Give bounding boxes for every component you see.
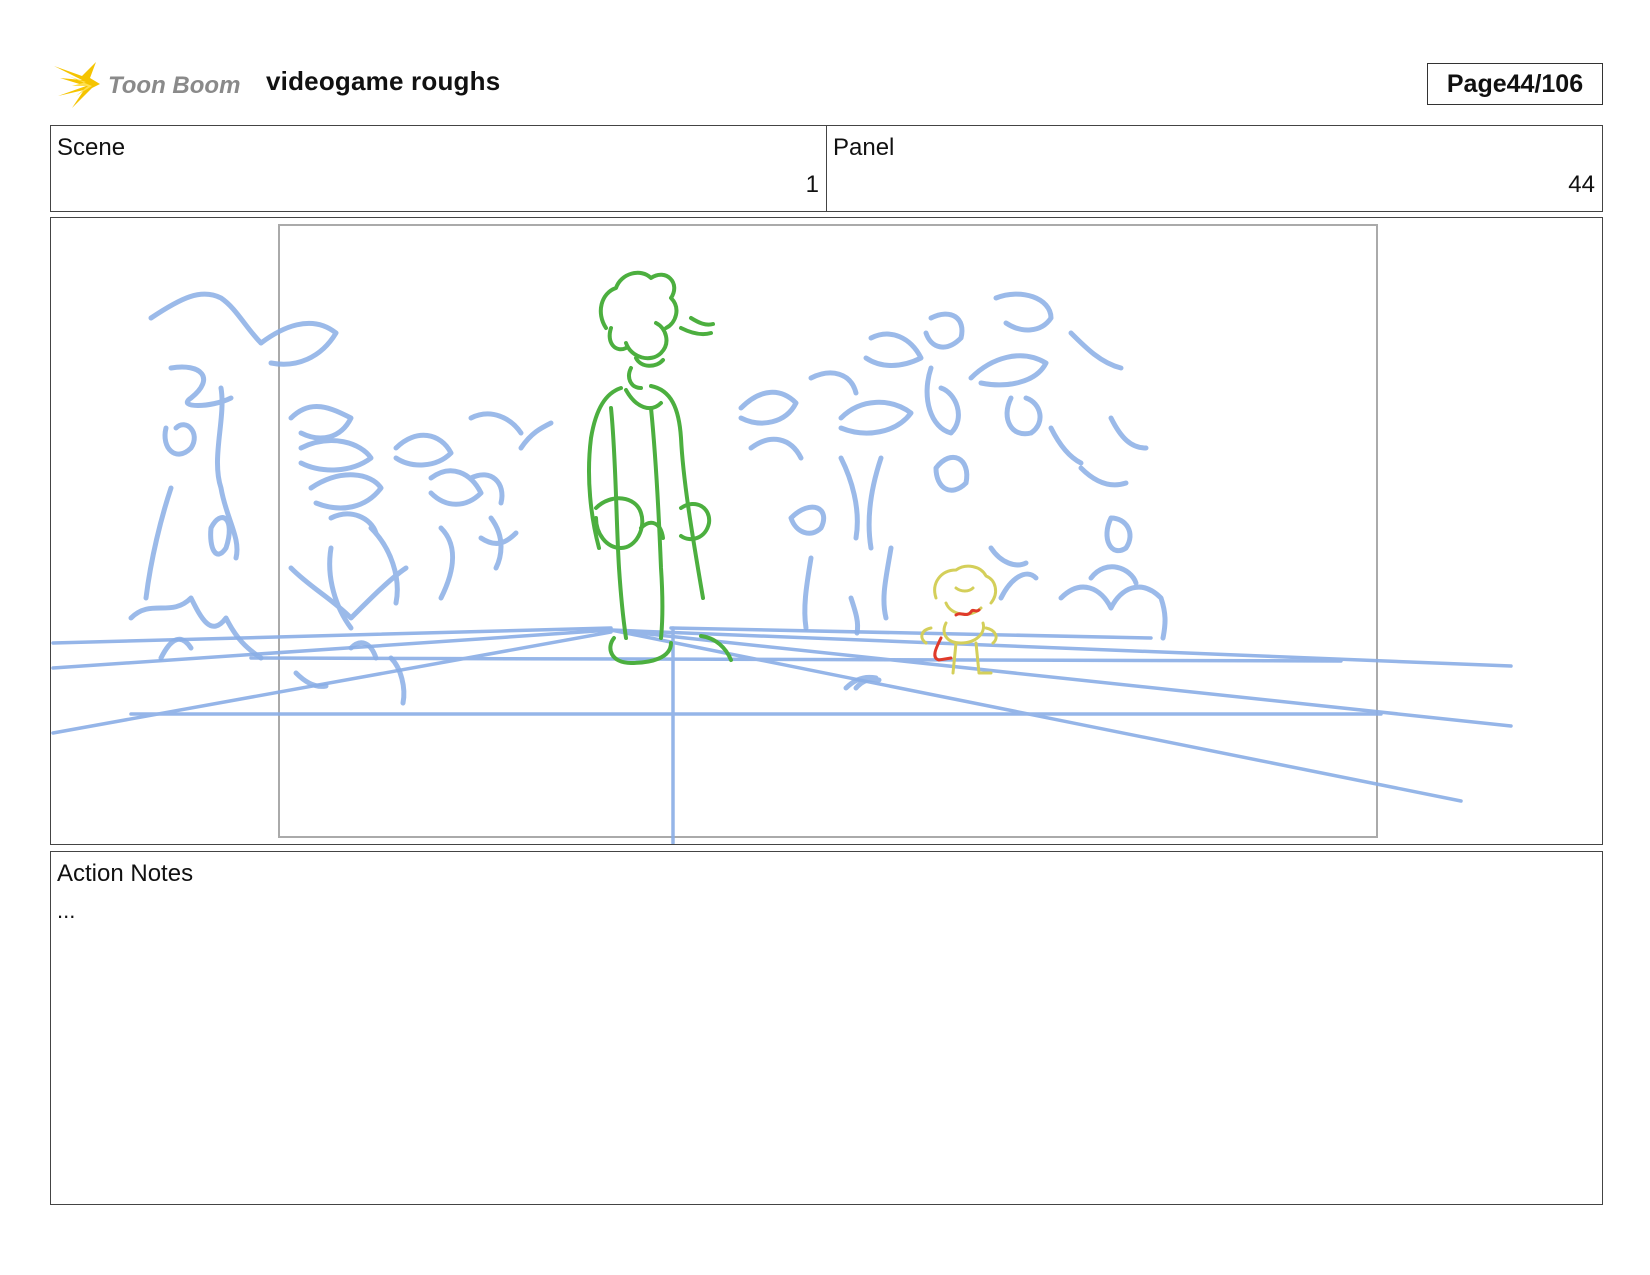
scene-panel-row: Scene 1 Panel 44 — [50, 125, 1603, 212]
page-number: 44/106 — [1506, 69, 1584, 98]
panel-number: 44 — [1568, 171, 1595, 198]
action-notes-text: ... — [57, 898, 76, 923]
scene-number: 1 — [805, 171, 819, 198]
storyboard-sketch — [51, 224, 1513, 844]
action-notes-label: Action Notes — [57, 860, 194, 887]
toon-boom-logo: Toon Boom — [52, 56, 252, 112]
page-indicator: Page 44/106 — [1427, 63, 1603, 105]
small-character-sketch — [920, 564, 998, 675]
logo-wordmark: Toon Boom — [108, 72, 240, 99]
scene-label: Scene — [57, 134, 126, 161]
panel-cell: Panel 44 — [826, 126, 1602, 211]
tall-character-sketch — [586, 270, 733, 665]
scene-cell: Scene 1 — [51, 126, 826, 211]
starburst-icon — [54, 62, 100, 108]
page-label: Page — [1446, 69, 1507, 98]
project-title: videogame roughs — [266, 66, 501, 96]
panel-label: Panel — [833, 134, 895, 161]
action-notes-box: Action Notes ... — [50, 851, 1603, 1205]
background-foliage-sketch — [128, 291, 1168, 706]
storyboard-panel — [50, 217, 1603, 845]
perspective-guides — [51, 626, 1513, 844]
